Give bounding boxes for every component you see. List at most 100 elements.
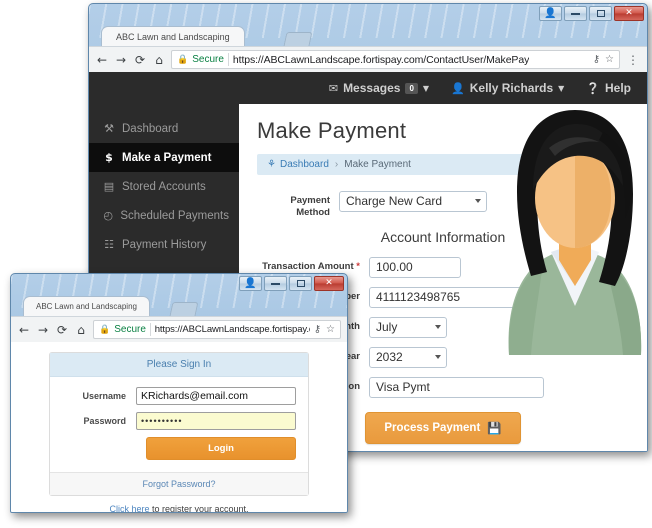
password-row: Password ••••••••••: [62, 412, 296, 430]
back-icon[interactable]: ←: [95, 54, 109, 66]
transaction-amount-input[interactable]: 100.00: [369, 257, 461, 278]
description-input[interactable]: Visa Pymt: [369, 377, 544, 398]
login-viewport: Please Sign In Username KRichards@email.…: [11, 342, 347, 513]
home-icon[interactable]: ⌂: [74, 324, 88, 336]
dollar-icon: $: [105, 151, 113, 164]
maximize-button[interactable]: [289, 276, 312, 291]
sidebar-item-label: Make a Payment: [122, 151, 212, 164]
messages-menu[interactable]: ✉ Messages 0 ▼: [329, 81, 429, 95]
exp-month-value: July: [376, 320, 398, 334]
maximize-button[interactable]: [589, 6, 612, 21]
lock-icon: 🔒: [177, 54, 189, 65]
username-row: Username KRichards@email.com: [62, 387, 296, 405]
login-browser-window: 👤 ✕ ABC Lawn and Landscaping ← → ⟳ ⌂ 🔒 S…: [10, 273, 348, 513]
back-icon[interactable]: ←: [17, 324, 31, 336]
bookmark-star-icon[interactable]: ☆: [326, 324, 335, 335]
bookmark-star-icon[interactable]: ☆: [605, 54, 614, 65]
secure-label: Secure: [192, 54, 224, 65]
omnibox-divider: [149, 323, 151, 336]
url-text: https://ABCLawnLandscape.fortispay.com/L…: [154, 324, 310, 335]
username-label: Username: [82, 391, 126, 401]
chevron-down-icon: ▼: [422, 83, 430, 93]
password-key-icon[interactable]: ⚷: [593, 54, 600, 65]
address-bar[interactable]: 🔒 Secure https://ABCLawnLandscape.fortis…: [171, 50, 620, 69]
forward-icon[interactable]: →: [114, 54, 128, 66]
field-label-text: Transaction Amount: [262, 261, 354, 272]
main-titlebar[interactable]: 👤 ✕: [89, 4, 647, 26]
forgot-password-link[interactable]: Forgot Password?: [142, 479, 215, 489]
login-wrapper: Please Sign In Username KRichards@email.…: [11, 342, 347, 513]
sidebar-item-dashboard[interactable]: ⚒ Dashboard: [89, 114, 239, 143]
omnibox-actions: ⚷ ☆: [314, 324, 335, 335]
browser-tab-label: ABC Lawn and Landscaping: [36, 302, 137, 311]
browser-tab-label: ABC Lawn and Landscaping: [116, 31, 230, 42]
minimize-button[interactable]: [264, 276, 287, 291]
url-text: https://ABCLawnLandscape.fortispay.com/C…: [232, 53, 530, 66]
sidebar-item-make-a-payment[interactable]: $ Make a Payment: [89, 143, 239, 172]
sidebar-item-payment-history[interactable]: ☷ Payment History: [89, 230, 239, 259]
app-topnav: ✉ Messages 0 ▼ 👤 Kelly Richards ▼ ❔ Help: [89, 72, 647, 104]
sidebar-item-stored-accounts[interactable]: ▤ Stored Accounts: [89, 172, 239, 201]
payment-method-value: Charge New Card: [346, 194, 443, 208]
register-link[interactable]: Click here: [109, 504, 149, 512]
login-titlebar[interactable]: 👤 ✕: [11, 274, 347, 296]
exp-year-select[interactable]: 2032: [369, 347, 447, 368]
account-information-heading: Account Information: [380, 229, 506, 245]
password-input[interactable]: ••••••••••: [136, 412, 296, 430]
address-bar[interactable]: 🔒 Secure https://ABCLawnLandscape.fortis…: [93, 320, 341, 339]
sidebar-item-scheduled-payments[interactable]: ◴ Scheduled Payments: [89, 201, 239, 230]
save-disk-icon: 💾: [487, 423, 502, 435]
process-payment-button[interactable]: Process Payment 💾: [365, 412, 521, 444]
payment-method-select[interactable]: Charge New Card: [339, 191, 487, 212]
card-number-input[interactable]: 4111123498765: [369, 287, 544, 308]
sign-in-panel: Please Sign In Username KRichards@email.…: [49, 352, 309, 496]
password-label: Password: [83, 416, 126, 426]
sidebar-item-label: Dashboard: [122, 122, 179, 135]
browser-menu-icon[interactable]: ⋮: [625, 54, 641, 66]
login-button[interactable]: Login: [146, 437, 296, 460]
close-button[interactable]: ✕: [614, 6, 644, 21]
reload-icon[interactable]: ⟳: [55, 324, 69, 336]
new-tab-button[interactable]: [169, 302, 199, 316]
minimize-button[interactable]: [564, 6, 587, 21]
page-title: Make Payment: [257, 118, 407, 143]
required-asterisk: *: [353, 261, 360, 272]
browser-tab[interactable]: ABC Lawn and Landscaping: [23, 296, 150, 316]
user-menu[interactable]: 👤 Kelly Richards ▼: [451, 81, 564, 95]
home-icon[interactable]: ⌂: [152, 54, 166, 66]
close-button[interactable]: ✕: [314, 276, 344, 291]
breadcrumb: ⚘ Dashboard › Make Payment: [257, 154, 629, 175]
window-controls: 👤 ✕: [539, 6, 644, 21]
login-tabstrip: ABC Lawn and Landscaping: [11, 296, 347, 316]
main-tabstrip: ABC Lawn and Landscaping: [89, 26, 647, 46]
exp-year-value: 2032: [376, 350, 403, 364]
lock-icon: 🔒: [99, 324, 111, 335]
main-browser-toolbar: ← → ⟳ ⌂ 🔒 Secure https://ABCLawnLandscap…: [89, 46, 647, 72]
new-tab-button[interactable]: [283, 32, 313, 46]
messages-label: Messages: [343, 81, 401, 95]
user-name-label: Kelly Richards: [469, 81, 554, 95]
username-input[interactable]: KRichards@email.com: [136, 387, 296, 405]
window-controls: 👤 ✕: [239, 276, 344, 291]
breadcrumb-home-label: Dashboard: [279, 159, 329, 170]
breadcrumb-separator: ›: [334, 159, 339, 170]
omnibox-actions: ⚷ ☆: [593, 54, 614, 65]
user-account-button[interactable]: 👤: [239, 276, 262, 291]
exp-month-select[interactable]: July: [369, 317, 447, 338]
breadcrumb-dashboard-link[interactable]: ⚘ Dashboard: [267, 159, 329, 170]
chevron-down-icon: [435, 325, 441, 329]
sidebar-item-label: Stored Accounts: [122, 180, 206, 193]
reload-icon[interactable]: ⟳: [133, 54, 147, 66]
payment-method-label: Payment Method: [290, 195, 330, 218]
chevron-down-icon: ▼: [558, 83, 565, 93]
register-rest: to register your account.: [149, 504, 249, 513]
secure-label: Secure: [114, 324, 146, 335]
register-text: Click here to register your account.: [49, 496, 309, 513]
chevron-down-icon: [435, 355, 441, 359]
screenshot-root: 👤 ✕ ABC Lawn and Landscaping ← → ⟳ ⌂ 🔒 S…: [0, 0, 652, 528]
help-menu[interactable]: ❔ Help: [586, 81, 631, 95]
forward-icon[interactable]: →: [36, 324, 50, 336]
password-key-icon[interactable]: ⚷: [314, 324, 321, 335]
user-account-button[interactable]: 👤: [539, 6, 562, 21]
browser-tab[interactable]: ABC Lawn and Landscaping: [101, 26, 245, 46]
